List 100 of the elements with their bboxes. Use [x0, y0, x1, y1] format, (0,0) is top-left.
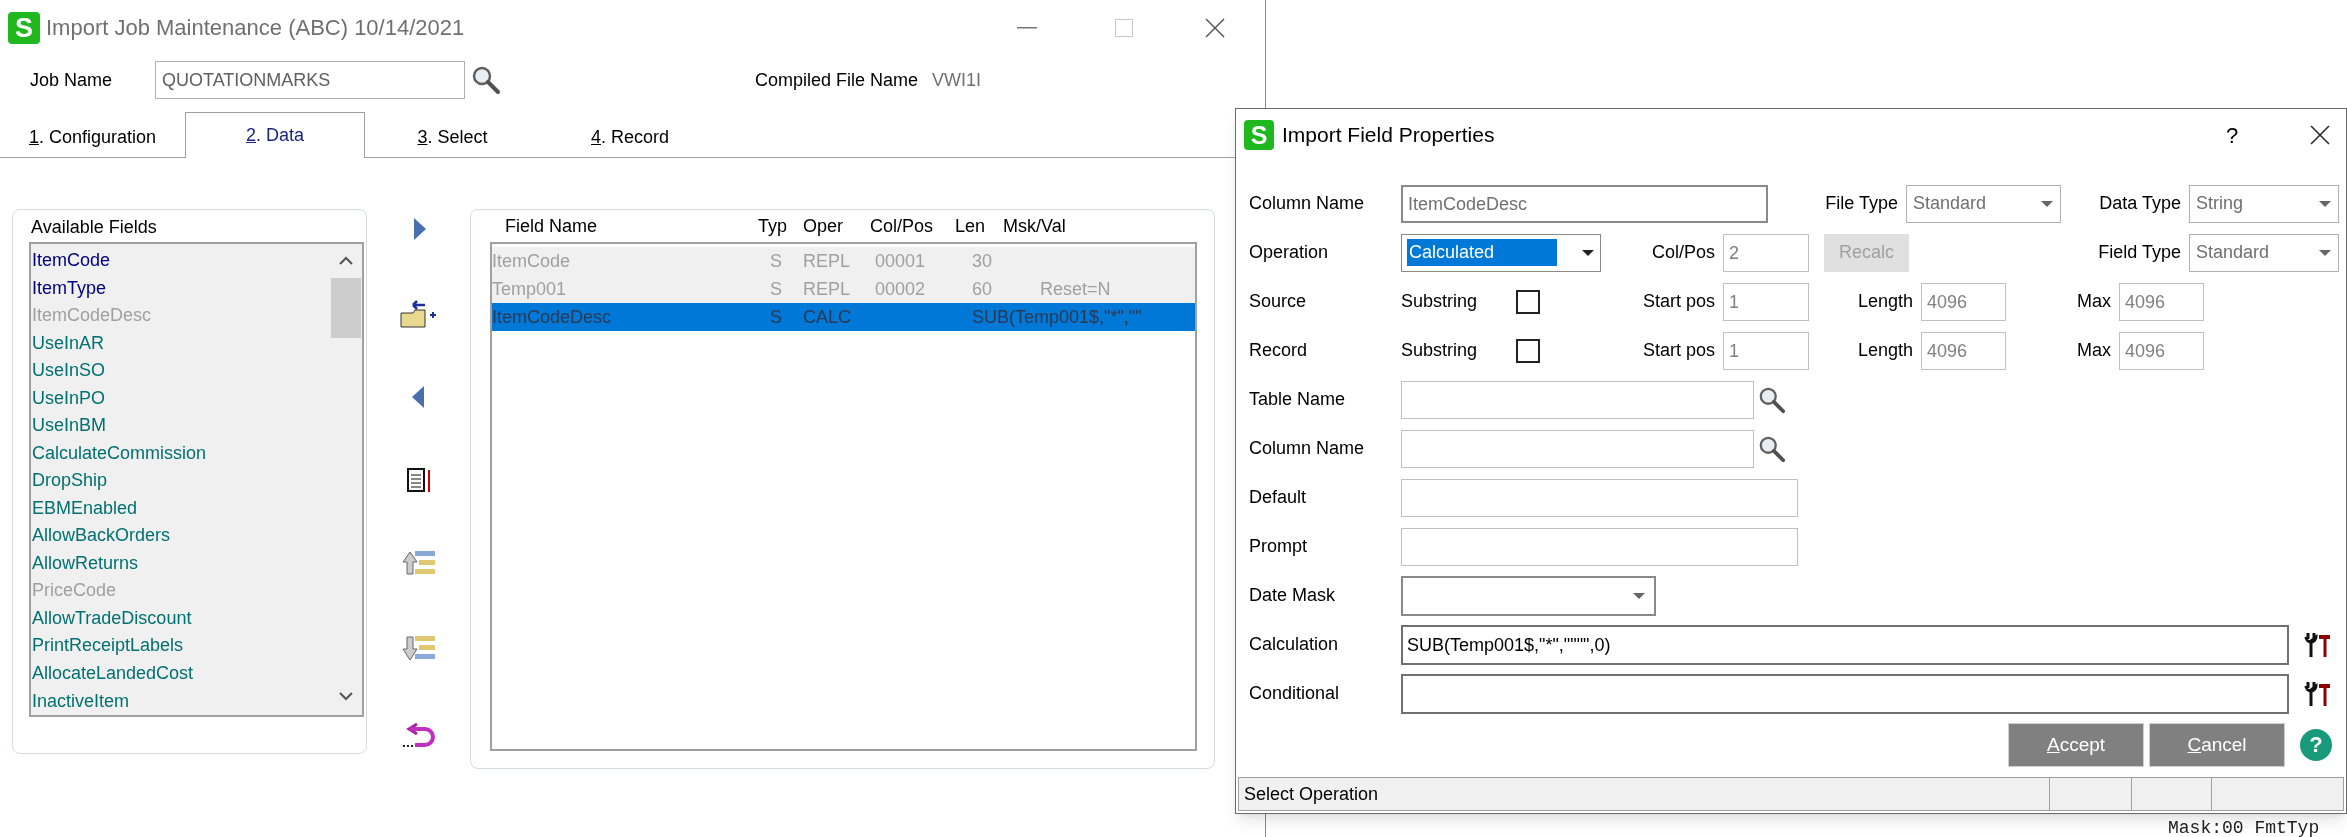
field-label: Prompt: [1248, 535, 1309, 558]
tab[interactable]: 4. Record: [540, 117, 720, 157]
field-label: Column Name: [1248, 192, 1366, 215]
tab[interactable]: 2. Data: [185, 112, 365, 158]
field-label: Conditional: [1248, 682, 1341, 705]
conditional-field[interactable]: [1401, 673, 2289, 714]
list-item[interactable]: DropShip: [32, 467, 330, 495]
column-header: Field Name: [505, 214, 599, 238]
field-label: Data Type: [2098, 192, 2182, 215]
field-label: Start pos: [1641, 290, 1716, 313]
field-label: Operation: [1248, 241, 1330, 264]
max-field[interactable]: 4096: [2119, 331, 2204, 370]
field-type-dropdown[interactable]: Standard: [2189, 233, 2339, 272]
tab[interactable]: 3. Select: [365, 117, 540, 157]
tools-icon[interactable]: [2303, 679, 2331, 708]
field-label: Substring: [1401, 339, 1479, 362]
field-label: Max: [2076, 290, 2112, 313]
background-text: Mask:00 FmtTyp: [2168, 818, 2320, 837]
list-item[interactable]: UseInPO: [32, 384, 330, 413]
field-label: Column Name: [1248, 437, 1366, 460]
list-item[interactable]: ItemType: [32, 274, 330, 303]
default-field[interactable]: [1401, 478, 1798, 517]
max-field[interactable]: 4096: [2119, 282, 2204, 321]
table-cell-text: CALC: [803, 305, 852, 329]
column-name-field[interactable]: ItemCodeDesc: [1401, 184, 1768, 223]
folder-add-icon[interactable]: [398, 297, 439, 329]
list-item[interactable]: ItemCode: [32, 247, 330, 275]
scroll-thumb[interactable]: [331, 278, 361, 338]
date-mask-dropdown[interactable]: [1401, 575, 1656, 616]
col-pos-field[interactable]: 2: [1723, 233, 1809, 272]
field-label: Max: [2076, 339, 2112, 362]
app-logo: S: [1244, 120, 1274, 150]
operation-dropdown[interactable]: Calculated: [1401, 233, 1601, 272]
data-type-dropdown[interactable]: String: [2189, 184, 2339, 223]
column-header: Oper: [803, 214, 845, 238]
list-item[interactable]: AllowBackOrders: [32, 522, 330, 550]
dropdown-arrow-icon: [2318, 199, 2332, 208]
help-button[interactable]: ?: [2220, 118, 2244, 152]
length-field[interactable]: 4096: [1921, 331, 2006, 370]
table-cell-text: 00002: [875, 277, 927, 301]
start-pos-field[interactable]: 1: [1723, 282, 1809, 321]
field-label: Length: [1856, 290, 1914, 313]
calculation-field[interactable]: SUB(Temp001$,"*","""",0): [1401, 624, 2289, 665]
field-label: Compiled File Name: [755, 68, 919, 92]
field-label: Date Mask: [1248, 584, 1337, 607]
dropdown-arrow-icon: [1632, 591, 1646, 600]
field-label: Length: [1856, 339, 1914, 362]
length-field[interactable]: 4096: [1921, 282, 2006, 321]
table-cell-text: S: [770, 249, 783, 273]
list-item[interactable]: PrintReceiptLabels: [32, 632, 330, 660]
checkbox[interactable]: [1516, 289, 1540, 314]
help-button[interactable]: ?: [2300, 729, 2332, 761]
table-cell-text: 60: [972, 277, 994, 301]
dropdown-arrow-icon: [2318, 248, 2332, 257]
list-item[interactable]: UseInAR: [32, 329, 330, 358]
list-item[interactable]: EBMEnabled: [32, 494, 330, 523]
list-item[interactable]: CalculateCommission: [32, 439, 330, 468]
table-name-field[interactable]: [1401, 380, 1754, 419]
table-row[interactable]: ItemCodeDesc S CALC SUB(Temp001$,"*","": [492, 303, 1195, 331]
dropdown-arrow-icon: [1581, 248, 1595, 257]
field-label: Start pos: [1641, 339, 1716, 362]
table-cell-text: ItemCodeDesc: [492, 305, 613, 329]
tools-icon[interactable]: [2303, 630, 2331, 659]
file-type-dropdown[interactable]: Standard: [1906, 184, 2061, 223]
close-icon[interactable]: [2310, 125, 2330, 145]
dialog-button[interactable]: Accept: [2008, 723, 2144, 767]
scroll-up-icon[interactable]: [338, 256, 354, 266]
list-item[interactable]: InactiveItem: [32, 687, 330, 716]
tab[interactable]: 1. Configuration: [0, 117, 185, 157]
field-label: Default: [1248, 486, 1308, 509]
list-item[interactable]: UseInSO: [32, 357, 330, 385]
list-item[interactable]: UseInBM: [32, 412, 330, 440]
window-title: Import Job Maintenance (ABC) 10/14/2021: [46, 14, 465, 42]
window-title: Import Field Properties: [1282, 122, 1495, 149]
column-header: Len: [955, 214, 987, 238]
column-header: Col/Pos: [870, 214, 935, 238]
column-name-field[interactable]: [1401, 429, 1754, 468]
search-icon[interactable]: [1758, 385, 1786, 414]
search-icon[interactable]: [471, 65, 501, 95]
app-logo: S: [8, 11, 40, 44]
list-item[interactable]: AllowTradeDiscount: [32, 604, 330, 633]
dropdown-arrow-icon: [2040, 199, 2054, 208]
column-header: Msk/Val: [1003, 214, 1067, 238]
prompt-field[interactable]: [1401, 527, 1798, 566]
scroll-down-icon[interactable]: [338, 691, 354, 701]
field-label: Source: [1248, 290, 1308, 313]
list-item[interactable]: AllocateLandedCost: [32, 659, 330, 688]
start-pos-field[interactable]: 1: [1723, 331, 1809, 370]
job-name-field[interactable]: QUOTATIONMARKS: [155, 61, 465, 99]
field-label: File Type: [1824, 192, 1899, 215]
search-icon[interactable]: [1758, 434, 1786, 463]
close-icon[interactable]: [1205, 17, 1225, 38]
list-item[interactable]: AllowReturns: [32, 549, 330, 578]
table-cell-text: SUB(Temp001$,"*","": [972, 305, 1143, 329]
table-cell-text: S: [770, 277, 783, 301]
table-cell-text: Temp001: [492, 277, 568, 301]
dialog-button[interactable]: Cancel: [2149, 723, 2285, 767]
field-label: Table Name: [1248, 388, 1347, 411]
checkbox[interactable]: [1516, 338, 1540, 363]
field-label: Job Name: [30, 68, 114, 92]
